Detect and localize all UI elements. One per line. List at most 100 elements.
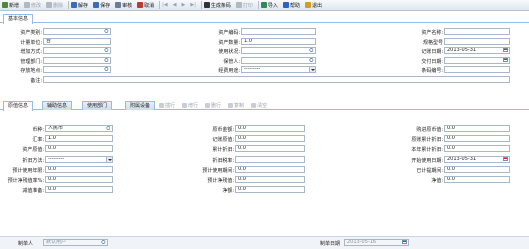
record-value-input[interactable]: 0.0 [235, 135, 305, 143]
salvage-value-input[interactable]: 0.0 [235, 176, 305, 183]
record-date-value: 2013-05-31 [447, 47, 477, 53]
tab-detail-3[interactable]: 附属设备 [125, 101, 156, 110]
remarks-input[interactable] [43, 75, 510, 83]
nav-first-icon[interactable]: |◀ [161, 1, 171, 10]
detail-toolbar-button-1[interactable]: 增行 [182, 102, 198, 109]
net-value-input[interactable]: 0.0 [444, 176, 510, 183]
toolbar-separator [159, 1, 161, 9]
calendar-icon[interactable] [503, 156, 508, 161]
detail-toolbar-button-3[interactable]: 复制 [228, 102, 244, 109]
toolbar-button-label: 保存 [100, 2, 111, 9]
nav-next-icon[interactable]: ▶ [181, 1, 189, 10]
currency-label: 币种: [32, 127, 44, 133]
expected-period-input[interactable]: 0.0 [235, 165, 305, 173]
barcode-no-input[interactable] [444, 66, 510, 73]
unit-input[interactable]: 台 [43, 37, 111, 45]
toolbar-button-8[interactable]: 打印 [235, 1, 256, 10]
toolbar-button-9[interactable]: 导入 [260, 1, 281, 10]
asset-code-input[interactable] [241, 28, 316, 35]
chevron-down-icon[interactable] [106, 156, 112, 162]
import-icon [260, 2, 267, 8]
toolbar-button-6[interactable]: 取消 [136, 1, 157, 10]
storage-location-input[interactable] [43, 66, 111, 73]
delivery-date-input[interactable] [444, 56, 510, 64]
currency-value: 人民币 [48, 125, 64, 131]
row-action-icon [205, 103, 211, 108]
start-date-input[interactable]: 2013-05-31 [444, 155, 510, 163]
detail-toolbar-button-0[interactable]: 插行 [159, 102, 175, 109]
toolbar-button-0[interactable]: 新增 [1, 1, 22, 10]
toolbar-button-3[interactable]: 解存 [70, 1, 91, 10]
tab-detail-1[interactable]: 辅助信息 [42, 101, 73, 110]
custodian-input[interactable] [241, 56, 316, 64]
toolbar-button-4[interactable]: 保存 [92, 1, 113, 10]
basic-tabbar: 基本信息 [0, 14, 529, 24]
manage-dept-input[interactable] [43, 56, 111, 64]
tab-detail-0[interactable]: 原值信息 [3, 101, 34, 111]
asset-original-value: 0.0 [48, 145, 56, 152]
exchange-rate-input[interactable]: 1.0 [45, 135, 113, 143]
tab-basic-info[interactable]: 基本信息 [3, 14, 34, 24]
purchase-original-value: 0.0 [447, 125, 455, 131]
asset-category-label: 资产类别: [20, 30, 42, 36]
impairment-input[interactable]: 0.0 [45, 186, 113, 194]
main-toolbar: 新增 修改 删除 解存 保存 审核 取消 |◀ ◀ ▶ ▶| 生成条码 打印 导入 帮助 退出 [0, 0, 529, 11]
lookup-icon[interactable] [104, 48, 110, 53]
depr-rate-input[interactable] [235, 155, 305, 163]
toolbar-button-2[interactable]: 删除 [45, 1, 66, 10]
lookup-icon[interactable] [309, 57, 315, 63]
nav-prev-icon[interactable]: ◀ [172, 1, 180, 10]
expected-years-value: 0.0 [48, 165, 56, 172]
toolbar-button-label: 退出 [311, 2, 322, 9]
quantity-label: 资产数量: [218, 39, 240, 46]
asset-name-input[interactable] [444, 28, 510, 35]
unsave-icon [71, 2, 78, 8]
salvage-rate-value: 0.0 [48, 176, 56, 182]
use-status-input[interactable] [241, 47, 316, 54]
toolbar-button-10[interactable]: 帮助 [282, 1, 303, 10]
chevron-down-icon[interactable] [309, 67, 315, 72]
lookup-icon[interactable] [104, 29, 110, 34]
calendar-icon [402, 240, 407, 244]
nav-last-icon[interactable]: ▶| [189, 1, 199, 10]
lookup-icon[interactable] [106, 126, 112, 131]
lookup-icon[interactable] [309, 48, 315, 53]
add-method-input[interactable] [43, 47, 111, 54]
depr-method-input[interactable]: --------- [45, 155, 113, 163]
asset-category-input[interactable] [43, 28, 111, 35]
purchase-original-input[interactable]: 0.0 [444, 125, 510, 132]
salvage-rate-label: 预计净残值率%: [7, 178, 44, 184]
toolbar-button-11[interactable]: 退出 [304, 1, 325, 10]
use-status-label: 使用状况: [218, 49, 240, 55]
net-amount-value: 0.0 [238, 186, 246, 193]
toolbar-button-7[interactable]: 生成条码 [203, 1, 234, 10]
year-depr-input[interactable]: 0.0 [444, 145, 510, 153]
record-date-input[interactable]: 2013-05-31 [444, 47, 510, 54]
purchase-original-label: 购进原币值: [416, 127, 443, 133]
expected-years-input[interactable]: 0.0 [45, 165, 113, 173]
toolbar-button-1[interactable]: 修改 [23, 1, 44, 10]
detail-toolbar-button-4[interactable]: 清空 [251, 102, 267, 109]
cum-depr-input[interactable]: 0.0 [235, 145, 305, 153]
accum-depr-input[interactable]: 0.0 [444, 135, 510, 143]
asset-original-input[interactable]: 0.0 [45, 145, 113, 153]
salvage-rate-input[interactable]: 0.0 [45, 176, 113, 183]
expected-years-label: 预计使用年限: [12, 167, 44, 174]
net-amount-input[interactable]: 0.0 [235, 186, 305, 194]
funding-source-input[interactable]: --------- [241, 66, 316, 73]
detail-toolbar-button-2[interactable]: 删行 [205, 102, 221, 109]
currency-input[interactable]: 人民币 [45, 125, 113, 132]
calendar-icon[interactable] [503, 57, 508, 62]
calendar-icon[interactable] [503, 48, 508, 52]
impairment-label: 减值准备: [22, 188, 44, 195]
spec-model-input[interactable] [444, 37, 510, 45]
lookup-icon[interactable] [104, 67, 110, 72]
start-date-label: 开始使用日期: [411, 157, 443, 164]
original-value-input[interactable]: 0.0 [235, 125, 305, 132]
quantity-input[interactable]: 1.0 [241, 37, 316, 45]
toolbar-button-5[interactable]: 审核 [114, 1, 135, 10]
tab-detail-2[interactable]: 使用部门 [82, 101, 113, 110]
delivery-date-label: 交付日期: [421, 58, 443, 65]
used-period-input[interactable]: 0.0 [444, 165, 510, 173]
lookup-icon[interactable] [104, 57, 110, 63]
